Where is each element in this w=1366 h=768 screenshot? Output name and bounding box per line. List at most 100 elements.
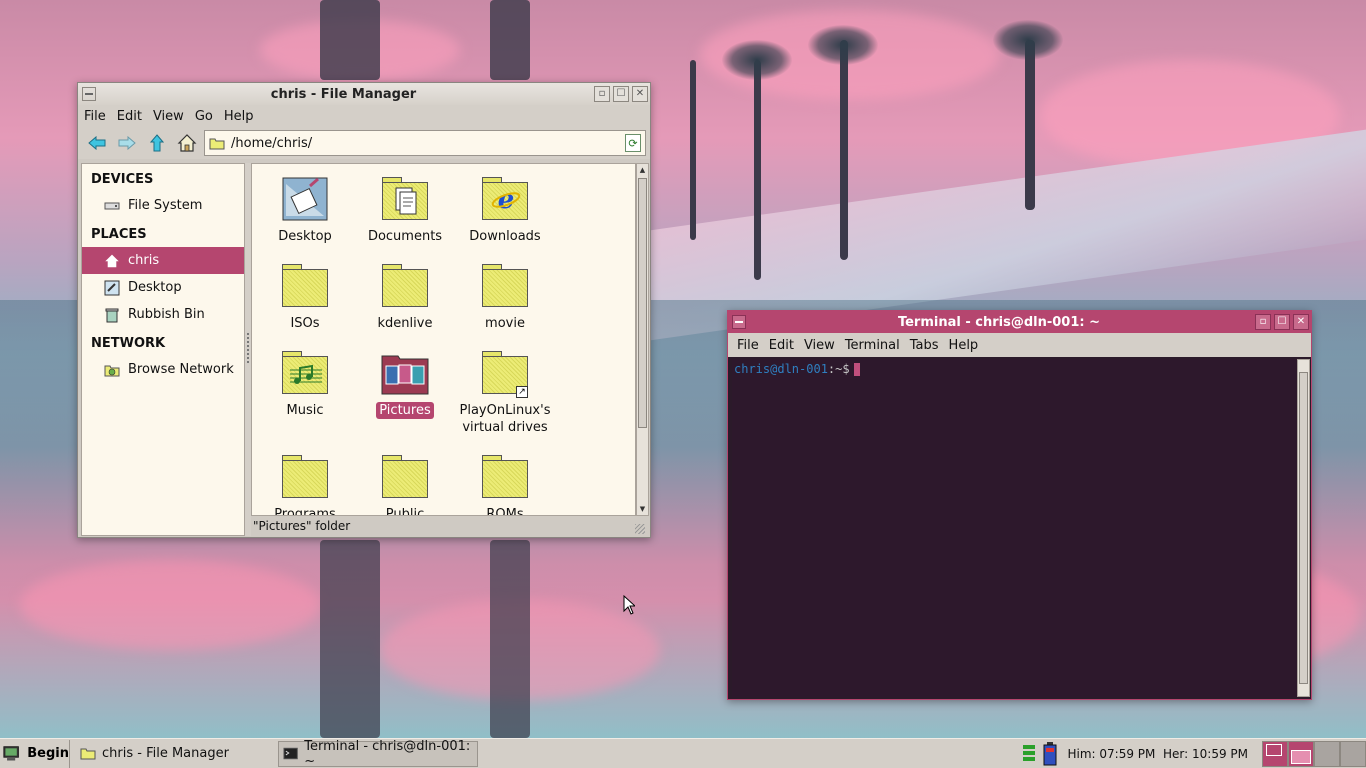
location-bar[interactable]: /home/chris/ ⟳ — [204, 130, 646, 156]
system-tray: Him: 07:59 PM Her: 10:59 PM — [1022, 739, 1366, 768]
folder-link-icon: ↗ — [480, 350, 530, 398]
menu-terminal[interactable]: Terminal — [845, 338, 900, 353]
icon-view[interactable]: Desktop Documents e Downloads ISOs kdenl… — [251, 163, 636, 516]
prompt-user: chris@dln-001 — [734, 362, 828, 376]
file-label: Documents — [367, 229, 443, 244]
start-button[interactable]: Begin — [0, 739, 70, 768]
file-manager-menubar: File Edit View Go Help — [78, 105, 650, 127]
file-label: ISOs — [290, 316, 320, 331]
task-terminal[interactable]: Terminal - chris@dln-001: ~ — [278, 739, 478, 768]
icon-view-scrollbar[interactable]: ▲ ▼ — [636, 163, 649, 516]
menu-view[interactable]: View — [153, 109, 184, 124]
file-manager-titlebar[interactable]: chris - File Manager ▫ ☐ ✕ — [78, 83, 650, 105]
clock[interactable]: Him: 07:59 PM Her: 10:59 PM — [1068, 747, 1249, 761]
menu-tabs[interactable]: Tabs — [910, 338, 939, 353]
back-button[interactable] — [84, 130, 110, 156]
terminal-icon — [283, 747, 298, 760]
workspace-1[interactable] — [1262, 741, 1288, 767]
text-cursor — [853, 363, 860, 376]
task-file-manager[interactable]: chris - File Manager — [76, 741, 272, 767]
svg-text:e: e — [498, 185, 515, 214]
scroll-up-arrow-icon[interactable]: ▲ — [638, 165, 647, 175]
computer-icon — [3, 745, 19, 760]
terminal-window[interactable]: Terminal - chris@dln-001: ~ ▫ ☐ ✕ File E… — [727, 310, 1312, 700]
arrow-up-icon — [150, 134, 164, 152]
scroll-down-arrow-icon[interactable]: ▼ — [638, 504, 647, 514]
file-item-kdenlive[interactable]: kdenlive — [355, 263, 455, 332]
sidebar-item-desktop[interactable]: Desktop — [82, 274, 244, 301]
file-manager-body: DEVICES File System PLACES chris Desktop… — [81, 163, 649, 536]
menu-help[interactable]: Help — [224, 109, 254, 124]
file-manager-title: chris - File Manager — [270, 86, 417, 102]
location-path: /home/chris/ — [231, 135, 313, 151]
menu-go[interactable]: Go — [195, 109, 213, 124]
pictures-folder-icon — [380, 350, 430, 396]
terminal-screen[interactable]: chris@dln-001:~$ — [732, 359, 1297, 697]
menu-help[interactable]: Help — [949, 338, 979, 353]
forward-button[interactable] — [114, 130, 140, 156]
file-item-roms[interactable]: ROMs — [455, 454, 555, 515]
music-folder-icon — [280, 350, 330, 396]
file-item-pictures[interactable]: Pictures — [355, 350, 455, 419]
sidebar-heading-network: NETWORK — [91, 336, 166, 351]
scrollbar-thumb[interactable] — [1299, 372, 1308, 684]
home-icon — [177, 134, 197, 152]
file-label: Music — [286, 403, 324, 418]
file-item-movie[interactable]: movie — [455, 263, 555, 332]
close-button[interactable]: ✕ — [1293, 314, 1309, 330]
menu-view[interactable]: View — [804, 338, 835, 353]
drive-icon — [104, 198, 120, 214]
file-label: PlayOnLinux's virtual drives — [459, 403, 551, 435]
folder-icon — [80, 748, 96, 760]
reload-button[interactable]: ⟳ — [625, 134, 641, 152]
file-item-programs[interactable]: Programs — [255, 454, 355, 515]
terminal-scrollbar[interactable] — [1297, 359, 1310, 697]
folder-icon — [280, 454, 330, 500]
window-menu-button[interactable] — [82, 87, 96, 101]
sidebar-item-browse-network[interactable]: Browse Network — [82, 356, 244, 383]
link-arrow-icon: ↗ — [516, 386, 528, 398]
menu-file[interactable]: File — [84, 109, 106, 124]
home-button[interactable] — [174, 130, 200, 156]
file-label: Public — [385, 507, 425, 516]
maximize-button[interactable]: ☐ — [1274, 314, 1290, 330]
menu-file[interactable]: File — [737, 338, 759, 353]
up-button[interactable] — [144, 130, 170, 156]
sidebar: DEVICES File System PLACES chris Desktop… — [81, 163, 245, 536]
battery-icon[interactable] — [1042, 742, 1058, 766]
close-button[interactable]: ✕ — [632, 86, 648, 102]
folder-small-icon — [209, 138, 225, 149]
file-item-isos[interactable]: ISOs — [255, 263, 355, 332]
workspace-4[interactable] — [1340, 741, 1366, 767]
file-item-playonlinux[interactable]: ↗ PlayOnLinux's virtual drives — [455, 350, 555, 436]
network-status-icon[interactable] — [1022, 743, 1036, 765]
menu-edit[interactable]: Edit — [117, 109, 142, 124]
sidebar-item-file-system[interactable]: File System — [82, 192, 244, 219]
file-item-music[interactable]: Music — [255, 350, 355, 419]
file-item-desktop[interactable]: Desktop — [255, 176, 355, 245]
downloads-folder-icon: e — [480, 176, 530, 222]
file-item-downloads[interactable]: e Downloads — [455, 176, 555, 245]
workspace-3[interactable] — [1314, 741, 1340, 767]
sidebar-item-chris[interactable]: chris — [82, 247, 244, 274]
window-menu-button[interactable] — [732, 315, 746, 329]
minimize-button[interactable]: ▫ — [1255, 314, 1271, 330]
scrollbar-thumb[interactable] — [638, 178, 647, 428]
file-item-public[interactable]: Public — [355, 454, 455, 516]
status-bar: "Pictures" folder — [253, 519, 351, 533]
menu-edit[interactable]: Edit — [769, 338, 794, 353]
maximize-button[interactable]: ☐ — [613, 86, 629, 102]
folder-icon — [480, 454, 530, 500]
minimize-button[interactable]: ▫ — [594, 86, 610, 102]
file-manager-window[interactable]: chris - File Manager ▫ ☐ ✕ File Edit Vie… — [77, 82, 651, 538]
sidebar-item-rubbish-bin[interactable]: Rubbish Bin — [82, 301, 244, 328]
resize-grip[interactable] — [635, 524, 645, 534]
terminal-titlebar[interactable]: Terminal - chris@dln-001: ~ ▫ ☐ ✕ — [728, 311, 1311, 333]
workspace-pager[interactable] — [1262, 741, 1366, 767]
file-item-documents[interactable]: Documents — [355, 176, 455, 245]
workspace-2[interactable] — [1288, 741, 1314, 767]
reload-icon: ⟳ — [628, 136, 638, 150]
network-icon — [104, 362, 120, 378]
terminal-menubar: File Edit View Terminal Tabs Help — [728, 333, 1311, 357]
file-label: kdenlive — [377, 316, 433, 331]
